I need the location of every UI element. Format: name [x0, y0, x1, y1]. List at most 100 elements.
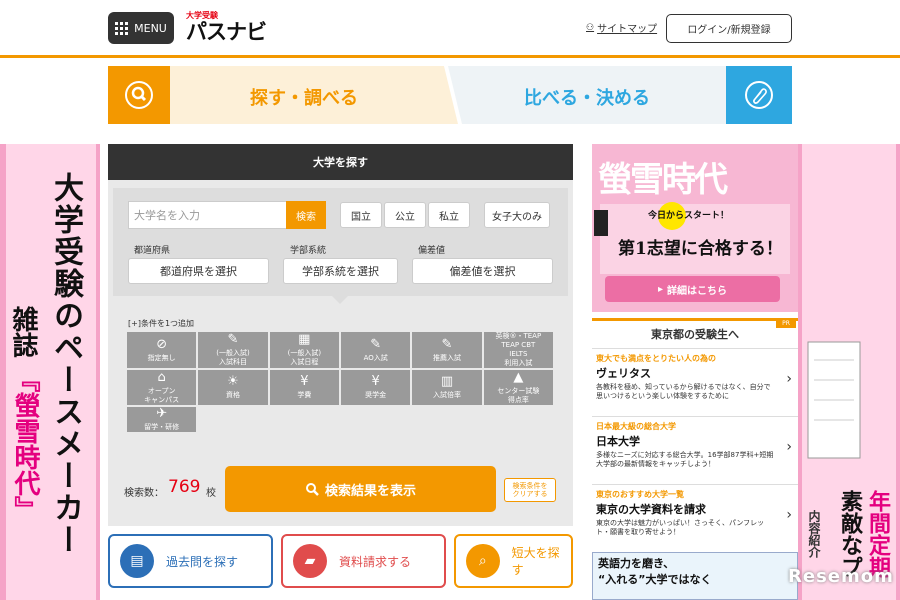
condition-icon: ☀ — [227, 374, 239, 389]
condition-icon: ▲ — [513, 369, 524, 385]
pr-item[interactable]: 東京のおすすめ大学一覧 東京の大学資料を請求 東京の大学は魅力がいっぱい！さっそ… — [592, 484, 798, 548]
condition-option[interactable]: ☀ 資格 — [198, 370, 268, 405]
page: MENU 大学受験 パスナビ ⚇ サイトマップ ログイン/新規登録 探す・調べる… — [0, 0, 900, 600]
watermark: Resemom — [788, 566, 894, 587]
chip-public[interactable]: 公立 — [384, 202, 426, 228]
chip-national[interactable]: 国立 — [340, 202, 382, 228]
sitemap-link[interactable]: ⚇ サイトマップ — [586, 20, 658, 36]
search-circle-icon: ⌕ — [466, 544, 500, 578]
condition-icon: ✈ — [156, 406, 168, 421]
book-slogan: 今日からスタート！ — [648, 211, 730, 221]
condition-option[interactable]: ⊘ 指定無し — [127, 332, 197, 368]
tab-search-icon-box[interactable] — [108, 66, 170, 124]
condition-icon: ⌂ — [157, 369, 166, 385]
tab-compare-label[interactable]: 比べる・決める — [524, 84, 650, 110]
right-ad-caption: 内容紹介 — [807, 510, 821, 558]
left-ad-headline: 大学受験のペースメーカー — [48, 172, 83, 556]
chevron-right-icon: › — [786, 439, 792, 455]
pr-item-category: 東京のおすすめ大学一覧 — [596, 490, 684, 499]
conditions-grid: ⊘ 指定無し ✎ (一般入試) 入試科目 ▦ (一般入試) 入試日程 ✎ AO入試 ✎ 推薦入試英… — [127, 332, 553, 432]
folder-icon: ▰ — [293, 544, 327, 578]
pr-item[interactable]: 日本最大級の総合大学 日本大学 多様なニーズに対応する総合大学。16学部87学科… — [592, 416, 798, 482]
count-unit: 校 — [206, 488, 216, 499]
pr-item[interactable]: 東大でも満点をとりたい人の為の ヴェリタス 各教科を極め、知っているから解けるで… — [592, 348, 798, 414]
condition-option[interactable]: 英検®・TEAP TEAP CBT IELTS 利用入試 — [483, 332, 553, 368]
condition-icon: ¥ — [300, 374, 309, 389]
conditions-label: [+]条件を1つ追加 — [128, 319, 195, 328]
pr-item-title: 東京の大学資料を請求 — [596, 503, 706, 516]
book-slogan-main: 第1志望に合格する！ — [618, 239, 783, 259]
tab-compare-icon-box[interactable] — [726, 66, 792, 124]
sitemap-label: サイトマップ — [597, 24, 658, 35]
panel-notch — [330, 294, 350, 304]
right-ad-subhead: 素敵なプ — [837, 490, 863, 578]
request-materials-button[interactable]: ▰ 資料請求する — [281, 534, 446, 588]
pr-item-category: 日本最大級の総合大学 — [596, 422, 676, 431]
condition-label: 資格 — [225, 391, 240, 399]
condition-option[interactable]: ▦ (一般入試) 入試日程 — [269, 332, 339, 368]
pr-item-title: 日本大学 — [596, 435, 640, 448]
past-exams-label: 過去問を探す — [166, 554, 239, 569]
menu-label: MENU — [134, 21, 167, 35]
condition-icon: ▦ — [298, 332, 311, 347]
search-icon — [125, 81, 153, 109]
login-button[interactable]: ログイン/新規登録 — [666, 14, 792, 43]
junior-college-label: 短大を探す — [511, 546, 560, 577]
condition-label: オープン キャンパス — [144, 386, 180, 404]
faculty-select[interactable]: 学部系統を選択 — [283, 258, 398, 284]
condition-option[interactable]: ✎ (一般入試) 入試科目 — [198, 332, 268, 368]
condition-icon: ✎ — [227, 332, 239, 347]
chip-women-only[interactable]: 女子大のみ — [484, 202, 550, 228]
menu-button[interactable]: MENU — [108, 12, 174, 44]
english-ad-line1: 英語力を磨き、 — [598, 557, 675, 570]
book-detail-button[interactable]: ▸ 詳細はこちら — [605, 276, 780, 302]
right-ad-book-image — [807, 341, 861, 459]
deviation-label: 偏差値 — [418, 246, 446, 256]
university-name-input[interactable]: 大学名を入力 — [128, 201, 288, 229]
junior-college-button[interactable]: ⌕ 短大を探す — [454, 534, 573, 588]
past-exams-button[interactable]: ▤ 過去問を探す — [108, 534, 273, 588]
condition-icon: ✎ — [370, 336, 382, 352]
show-results-button[interactable]: 検索結果を表示 — [225, 466, 496, 512]
condition-option[interactable]: ¥ 奨学金 — [341, 370, 411, 405]
chip-private[interactable]: 私立 — [428, 202, 470, 228]
condition-option[interactable]: ✈ 留学・研修 — [127, 406, 197, 432]
panel-title: 大学を探す — [108, 144, 573, 180]
clear-conditions-button[interactable]: 検索条件を クリアする — [504, 478, 556, 502]
prefecture-select[interactable]: 都道府県を選択 — [128, 258, 269, 284]
condition-label: センター試験 得点率 — [497, 386, 540, 404]
condition-label: 推薦入試 — [432, 353, 461, 362]
pr-item-title: ヴェリタス — [596, 367, 651, 380]
magnifier-icon — [305, 483, 319, 496]
faculty-label: 学部系統 — [290, 246, 327, 256]
condition-option[interactable]: ⌂ オープン キャンパス — [127, 369, 197, 405]
book-detail-label: 詳細はこちら — [667, 285, 728, 297]
condition-label: (一般入試) 入試日程 — [287, 349, 322, 366]
condition-icon: ▥ — [440, 374, 454, 389]
chevron-right-icon: › — [786, 371, 792, 387]
english-ad-line2: “入れる”大学ではなく — [598, 573, 712, 586]
grid-icon — [115, 21, 129, 35]
condition-option[interactable]: ▲ センター試験 得点率 — [483, 369, 553, 405]
chevron-right-icon: › — [786, 507, 792, 523]
right-ad-headline: 年間定期 — [865, 490, 891, 578]
count-value: 769 — [168, 477, 201, 497]
sitemap-icon: ⚇ — [586, 22, 595, 33]
condition-option[interactable]: ✎ 推薦入試 — [412, 332, 482, 368]
condition-label: 指定無し — [147, 353, 176, 362]
condition-option[interactable]: ¥ 学費 — [269, 370, 339, 405]
pr-header: 東京都の受験生へ — [592, 318, 798, 346]
count-label: 検索数： — [124, 488, 164, 499]
pr-item-desc: 多様なニーズに対応する総合大学。16学部87学科+短期大学部の最新情報をキャッチ… — [596, 451, 774, 468]
left-ad-magazine: 雑誌 — [8, 306, 38, 358]
tab-search-label[interactable]: 探す・調べる — [250, 84, 358, 110]
condition-icon: ✎ — [441, 336, 453, 352]
site-logo[interactable]: 大学受験 パスナビ — [186, 10, 267, 46]
paperclip-icon — [745, 81, 773, 109]
condition-label: AO入試 — [363, 353, 388, 362]
condition-option[interactable]: ▥ 入試倍率 — [412, 370, 482, 405]
request-materials-label: 資料請求する — [339, 554, 412, 569]
deviation-select[interactable]: 偏差値を選択 — [412, 258, 553, 284]
name-search-button[interactable]: 検索 — [286, 201, 326, 229]
condition-option[interactable]: ✎ AO入試 — [341, 332, 411, 368]
